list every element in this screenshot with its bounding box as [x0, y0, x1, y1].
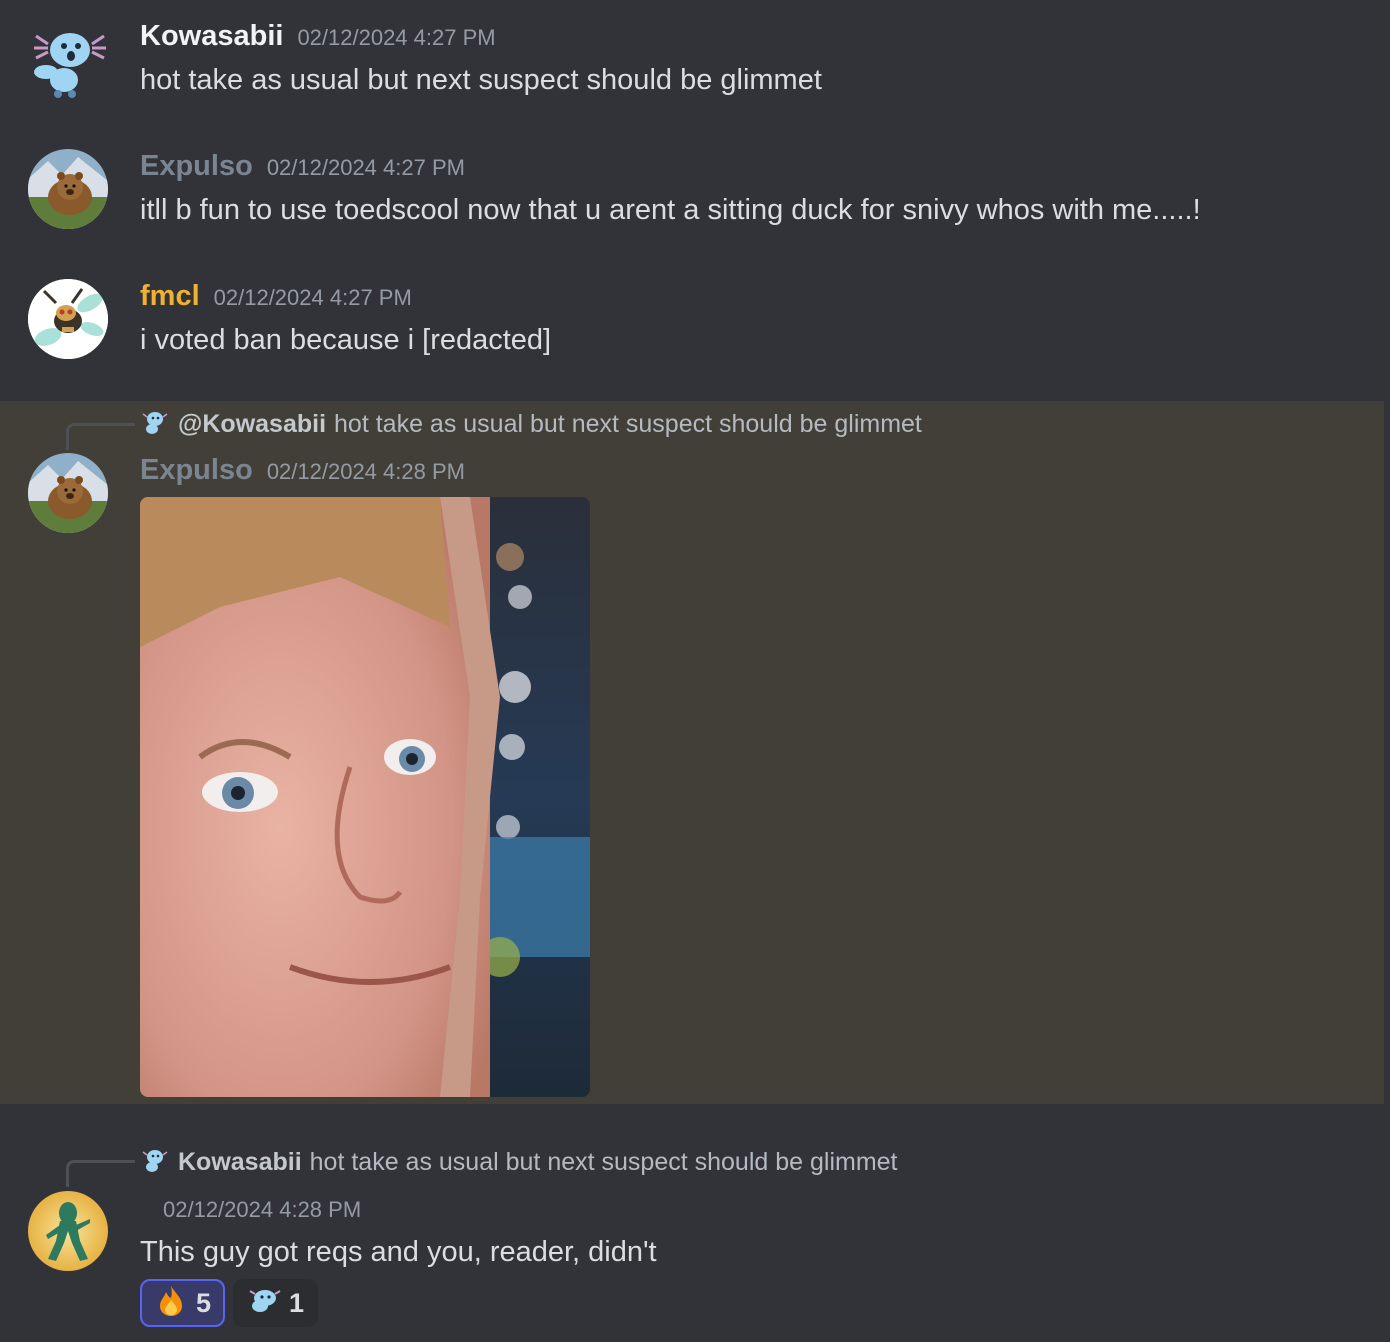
reply-text[interactable]: hot take as usual but next suspect shoul… [310, 1148, 898, 1176]
message-fmcl[interactable]: fmcl 02/12/2024 4:27 PM i voted ban becau… [0, 260, 1390, 380]
message-text: i voted ban because i [redacted] [140, 324, 552, 356]
message-text: hot take as usual but next suspect shoul… [140, 64, 822, 96]
wooper-avatar-icon[interactable] [28, 20, 108, 100]
username[interactable]: fmcl [140, 280, 200, 312]
timestamp[interactable]: 02/12/2024 4:28 PM [267, 459, 465, 484]
message-text: This guy got reqs and you, reader, didn'… [140, 1236, 657, 1268]
highlight-edge [1384, 401, 1390, 1104]
reply-username[interactable]: @Kowasabii [178, 410, 326, 438]
bold-and-brash-avatar-icon[interactable] [28, 1191, 108, 1271]
reply-text[interactable]: hot take as usual but next suspect shoul… [334, 410, 922, 438]
reply-connector [66, 1160, 135, 1187]
timestamp[interactable]: 02/12/2024 4:27 PM [297, 25, 495, 50]
message-text: itll b fun to use toedscool now that u a… [140, 194, 1201, 226]
username[interactable]: Expulso [140, 454, 253, 486]
reply-preview[interactable]: @Kowasabii hot take as usual but next sus… [140, 408, 922, 439]
wooper-mini-icon [140, 408, 168, 436]
reply-username[interactable]: Kowasabii [178, 1148, 302, 1176]
bear-avatar-icon[interactable] [28, 149, 108, 229]
message-kowasabii[interactable]: Kowasabii 02/12/2024 4:27 PM hot take as … [0, 0, 1390, 110]
ninjask-avatar-icon[interactable] [28, 279, 108, 359]
username[interactable]: Kowasabii [140, 20, 283, 52]
reply-preview[interactable]: Kowasabii hot take as usual but next susp… [140, 1146, 898, 1177]
message-expulso[interactable]: Expulso 02/12/2024 4:27 PM itll b fun to … [0, 130, 1390, 250]
timestamp[interactable]: 02/12/2024 4:28 PM [163, 1197, 361, 1222]
reaction-wooper[interactable]: 1 [233, 1279, 319, 1327]
fire-emoji-icon [154, 1284, 188, 1318]
reply-connector [66, 423, 135, 450]
reaction-count: 5 [196, 1288, 212, 1318]
username[interactable]: Expulso [140, 150, 253, 182]
bear-avatar-icon[interactable] [28, 453, 108, 533]
reaction-fire[interactable]: 5 [140, 1279, 226, 1327]
wooper-emoji-icon [247, 1284, 281, 1318]
timestamp[interactable]: 02/12/2024 4:27 PM [267, 155, 465, 180]
reaction-count: 1 [289, 1288, 305, 1318]
timestamp[interactable]: 02/12/2024 4:27 PM [214, 285, 412, 310]
blinking-guy-gif[interactable] [140, 497, 590, 1097]
reactions-bar: 5 1 [140, 1279, 326, 1327]
wooper-mini-icon [140, 1146, 168, 1174]
